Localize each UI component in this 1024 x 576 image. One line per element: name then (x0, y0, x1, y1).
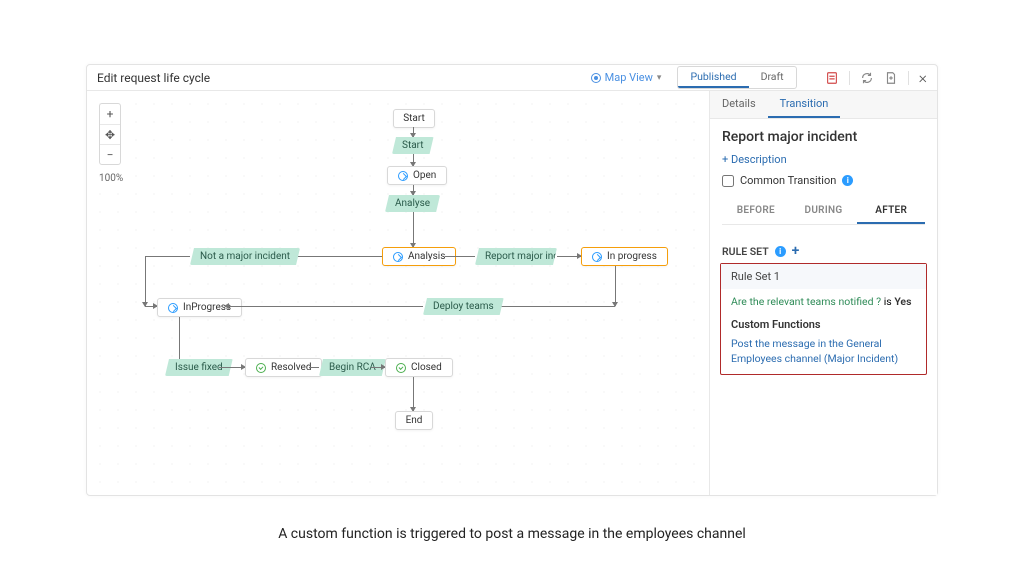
edge (445, 256, 475, 257)
custom-function-link[interactable]: Post the message in the General Employee… (731, 337, 916, 366)
chevron-down-icon: ▾ (657, 73, 662, 83)
subtab-after[interactable]: AFTER (857, 199, 925, 224)
tab-transition[interactable]: Transition (768, 91, 841, 118)
edge (615, 266, 616, 306)
tab-details[interactable]: Details (710, 91, 768, 118)
edge (145, 306, 157, 307)
status-icon (168, 303, 178, 313)
title-bar: Edit request life cycle Map View ▾ Publi… (87, 65, 937, 91)
transition-not-major[interactable]: Not a major incident (190, 248, 300, 265)
figure-caption: A custom function is triggered to post a… (0, 526, 1024, 542)
edge (219, 367, 245, 368)
toggle-draft[interactable]: Draft (749, 67, 796, 88)
view-mode-label: Map View (605, 71, 653, 84)
publish-toggle: Published Draft (677, 66, 796, 89)
pan-button[interactable]: ✥ (100, 124, 120, 144)
status-icon (398, 171, 408, 181)
export-pdf-icon[interactable] (825, 71, 839, 85)
phase-tabs: BEFORE DURING AFTER (722, 199, 925, 225)
edge (225, 306, 423, 307)
check-icon (396, 363, 406, 373)
panel-tabs: Details Transition (710, 91, 937, 119)
common-transition-checkbox[interactable]: Common Transition i (722, 174, 925, 187)
rule-set-box: Rule Set 1 Are the relevant teams notifi… (720, 263, 927, 375)
zoom-controls: + ✥ − (99, 103, 121, 165)
edge (413, 127, 414, 137)
subtab-before[interactable]: BEFORE (722, 199, 790, 224)
toggle-published[interactable]: Published (678, 67, 748, 88)
node-open[interactable]: Open (387, 166, 447, 185)
subtab-during[interactable]: DURING (790, 199, 858, 224)
edge (371, 367, 385, 368)
node-end[interactable]: End (395, 411, 433, 430)
zoom-in-button[interactable]: + (100, 104, 120, 124)
close-icon[interactable]: × (919, 68, 927, 87)
info-icon[interactable]: i (775, 246, 786, 257)
edge (557, 256, 581, 257)
common-transition-input[interactable] (722, 175, 734, 187)
check-icon (256, 363, 266, 373)
page-title: Edit request life cycle (97, 71, 210, 85)
node-inprogress-left[interactable]: InProgress (157, 298, 242, 317)
status-icon (592, 252, 602, 262)
edge (309, 367, 319, 368)
zoom-level: 100% (99, 173, 123, 184)
flow-canvas[interactable]: + ✥ − 100% Start Start Open Analyse Anal… (87, 91, 709, 495)
app-window: Edit request life cycle Map View ▾ Publi… (86, 64, 938, 496)
transition-deploy-teams[interactable]: Deploy teams (423, 298, 504, 315)
view-mode-switch[interactable]: Map View ▾ (591, 71, 662, 84)
node-in-progress[interactable]: In progress (581, 247, 668, 266)
rule-condition: Are the relevant teams notified ? is Yes (731, 295, 916, 308)
transition-analyse[interactable]: Analyse (385, 195, 440, 212)
node-closed[interactable]: Closed (385, 358, 453, 377)
new-doc-icon[interactable] (884, 71, 898, 85)
transition-start[interactable]: Start (392, 137, 434, 154)
edge (413, 154, 414, 166)
panel-title: Report major incident (722, 129, 925, 145)
edge (413, 212, 414, 247)
status-icon (393, 252, 403, 262)
edge (179, 317, 180, 365)
zoom-out-button[interactable]: − (100, 144, 120, 164)
add-ruleset-button[interactable]: + (792, 243, 800, 259)
edge (485, 306, 615, 307)
custom-functions-label: Custom Functions (731, 318, 916, 331)
add-description-link[interactable]: + Description (722, 153, 925, 166)
transition-report-major[interactable]: Report major inci... (475, 248, 557, 265)
edge (413, 185, 414, 195)
side-panel: Details Transition Report major incident… (709, 91, 937, 495)
ruleset-label: RULE SET (722, 245, 769, 258)
edge (413, 377, 414, 411)
eye-icon (591, 73, 601, 83)
edge (145, 256, 190, 257)
info-icon[interactable]: i (842, 175, 853, 186)
node-start[interactable]: Start (393, 109, 435, 128)
edge (145, 256, 146, 306)
ruleset-header: RULE SET i + (710, 235, 937, 263)
refresh-icon[interactable] (860, 71, 874, 85)
rule-title[interactable]: Rule Set 1 (721, 264, 926, 289)
